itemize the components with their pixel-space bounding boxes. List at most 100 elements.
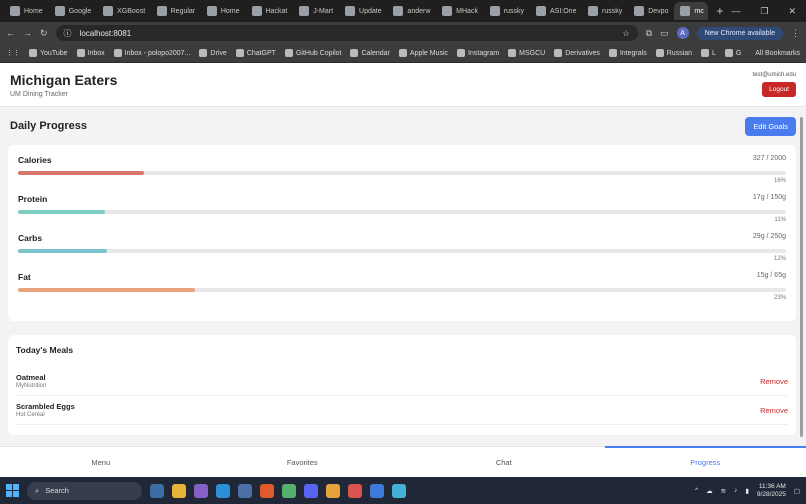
menu-kebab-icon[interactable]: ⋮ <box>791 28 800 39</box>
profile-avatar[interactable]: A <box>676 27 689 39</box>
meal-row: Oatmeal MyNutrition Remove <box>16 367 788 396</box>
browser-tab[interactable]: Update <box>339 2 385 20</box>
nav-tab-chat[interactable]: Chat <box>403 447 605 477</box>
restore-icon[interactable]: ❐ <box>760 6 768 17</box>
browser-tab[interactable]: J-Mart <box>293 2 337 20</box>
reload-icon[interactable]: ↻ <box>40 28 48 39</box>
bookmark-item[interactable]: ChatGPT <box>235 49 276 57</box>
bookmark-favicon-icon <box>554 49 563 57</box>
cloud-icon[interactable]: ☁ <box>706 487 713 495</box>
sidepanel-icon[interactable]: ▭ <box>660 28 669 39</box>
browser-tab[interactable]: Regular <box>151 2 199 20</box>
bookmark-label: G <box>735 49 742 57</box>
bookmark-item[interactable]: Apple Music <box>398 49 448 57</box>
chevron-up-icon[interactable]: ^ <box>695 487 698 494</box>
taskbar-search[interactable]: ⌕ Search <box>27 481 142 500</box>
steam-icon[interactable] <box>150 483 164 498</box>
nav-tab-progress[interactable]: Progress <box>604 446 806 477</box>
bookmark-item[interactable]: Calendar <box>350 49 390 57</box>
chrome-update-button[interactable]: New Chrome available <box>696 26 783 40</box>
bookmark-item[interactable]: MSGCU <box>508 49 545 57</box>
wifi-icon[interactable]: ≋ <box>721 487 726 495</box>
chrome-icon[interactable] <box>326 483 340 498</box>
bookmark-item[interactable]: Russian <box>655 49 692 57</box>
nutrient-percent: 12% <box>773 256 786 262</box>
forward-icon[interactable]: → <box>23 28 32 38</box>
edit-goals-button[interactable]: Edit Goals <box>745 116 796 136</box>
chrome-alt-icon[interactable] <box>348 483 362 498</box>
progress-card: Calories 327 / 2000 16% Protein 17g / 150g 11… <box>8 145 796 321</box>
visual-studio-icon[interactable] <box>194 483 208 498</box>
star-icon[interactable]: ☆ <box>622 29 629 38</box>
scrollbar-thumb[interactable] <box>800 117 803 437</box>
nav-tab-favorites[interactable]: Favorites <box>202 447 404 477</box>
bookmark-item[interactable]: Instagram <box>457 49 499 57</box>
browser-tab[interactable]: Hackat <box>246 2 292 20</box>
file-explorer-icon[interactable] <box>172 483 186 498</box>
browser-tab[interactable]: ASI:One <box>530 2 580 20</box>
new-tab-button[interactable]: + <box>710 4 729 18</box>
app-viewport: Michigan Eaters UM Dining Tracker test@u… <box>0 63 806 477</box>
site-info-icon[interactable]: ⓘ <box>64 28 72 39</box>
clock-date: 9/28/2025 <box>756 490 786 498</box>
bookmark-item[interactable]: L <box>701 49 716 57</box>
bookmark-favicon-icon <box>701 49 710 57</box>
dev-tool-icon[interactable] <box>370 483 384 498</box>
bookmark-item[interactable]: GitHub Copilot <box>284 49 341 57</box>
browser-tab[interactable]: anderw <box>387 2 434 20</box>
nutrient-name: Calories <box>18 155 52 165</box>
tab-favicon-icon <box>54 6 65 16</box>
nutrient-amount: 17g / 150g <box>752 194 786 201</box>
app-icon[interactable] <box>238 483 252 498</box>
browser-tab[interactable]: Home <box>201 2 244 20</box>
git-icon[interactable] <box>260 483 274 498</box>
vscode-icon[interactable] <box>216 483 230 498</box>
close-icon[interactable]: ✕ <box>788 6 796 17</box>
browser-tab[interactable]: russky <box>484 2 528 20</box>
nav-tab-menu[interactable]: Menu <box>0 447 202 477</box>
meal-row: Scrambled Eggs Hot Cereal Remove <box>16 396 788 425</box>
bookmark-item[interactable]: G <box>724 49 742 57</box>
browser-tab[interactable]: mc <box>674 2 709 20</box>
remove-meal-button[interactable]: Remove <box>760 377 788 386</box>
notification-icon[interactable]: ▢ <box>794 487 800 495</box>
progress-header: Daily Progress Edit Goals <box>0 107 806 145</box>
remove-meal-button[interactable]: Remove <box>760 406 788 415</box>
battery-icon[interactable]: ▮ <box>745 487 749 495</box>
bookmark-item[interactable]: Derivatives <box>554 49 600 57</box>
volume-icon[interactable]: ♪ <box>734 487 737 494</box>
bookmark-item[interactable]: Inbox - polopo2007... <box>113 49 190 57</box>
meal-name: Oatmeal <box>16 373 46 382</box>
address-bar[interactable]: ⓘ localhost:8081 ☆ <box>55 25 638 41</box>
browser-tab[interactable]: russky <box>582 2 626 20</box>
app-title: Michigan Eaters <box>10 72 118 88</box>
discord-icon[interactable] <box>304 483 318 498</box>
browser-tab-label: mc <box>694 7 704 15</box>
clock[interactable]: 11:36 AM 9/28/2025 <box>757 483 786 499</box>
bookmark-favicon-icon <box>350 49 359 57</box>
browser-tab[interactable]: MHack <box>436 2 482 20</box>
browser-tab[interactable]: XGBoost <box>97 2 149 20</box>
browser-tab[interactable]: Devpo <box>628 2 672 20</box>
minimize-icon[interactable]: — <box>731 6 740 17</box>
bookmark-label: Derivatives <box>565 49 600 57</box>
chatgpt-icon[interactable] <box>282 483 296 498</box>
scrollbar[interactable] <box>800 111 804 441</box>
logout-button[interactable]: Logout <box>762 82 796 97</box>
bookmark-item[interactable]: Drive <box>199 49 227 57</box>
nutrient-amount: 29g / 250g <box>752 233 786 240</box>
browser-tab[interactable]: Google <box>49 2 95 20</box>
browser-tab[interactable]: Home <box>4 2 47 20</box>
bookmark-favicon-icon <box>608 49 617 57</box>
back-icon[interactable]: ← <box>6 28 15 38</box>
bookmark-item[interactable]: YouTube <box>29 49 68 57</box>
bookmark-item[interactable]: Inbox <box>76 49 105 57</box>
windows-start-icon[interactable] <box>6 484 19 497</box>
bookmark-item[interactable]: Integrals <box>608 49 647 57</box>
apps-grid-icon[interactable]: ⋮⋮ <box>6 49 20 57</box>
extensions-icon[interactable]: ⧉ <box>646 28 652 39</box>
notes-icon[interactable] <box>392 483 406 498</box>
bookmark-favicon-icon <box>508 49 517 57</box>
nutrient-name: Protein <box>18 194 48 204</box>
all-bookmarks-button[interactable]: All Bookmarks <box>755 50 800 57</box>
